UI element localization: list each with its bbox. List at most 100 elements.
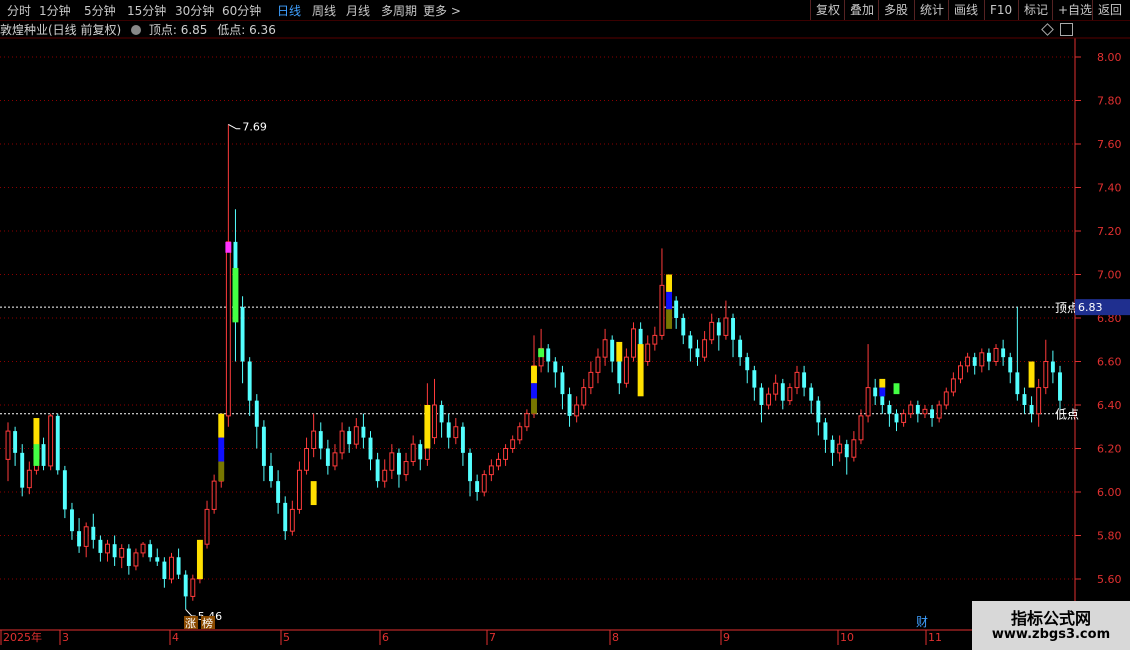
top-point-label: 顶点: 6.85 (148, 23, 208, 37)
candle-body (617, 361, 622, 384)
candle-body (496, 458, 501, 467)
signal-bar (218, 413, 225, 438)
candle-body (176, 557, 181, 575)
candle-body (261, 426, 266, 466)
info-bar: 敦煌种业(日线 前复权) 顶点: 6.85 低点: 6.36 (0, 21, 282, 37)
candle-body (318, 431, 323, 449)
toolbar-button-0[interactable]: 复权 (810, 0, 845, 20)
candle-body (695, 348, 700, 358)
period-5[interactable]: 60分钟 (222, 2, 261, 19)
y-tick-label: 5.80 (1097, 530, 1122, 543)
y-tick-label: 7.00 (1097, 269, 1122, 282)
candle-body (581, 387, 587, 406)
candle-body (105, 543, 110, 554)
settings-circle-icon[interactable] (131, 25, 142, 35)
y-tick-label: 6.00 (1097, 486, 1122, 499)
candle-body (289, 508, 295, 532)
candle-body (1050, 361, 1055, 373)
candle-body (610, 339, 615, 362)
candle-body (809, 387, 814, 401)
stock-title[interactable]: 敦煌种业(日线 前复权) (0, 23, 121, 37)
candle-body (276, 481, 281, 503)
candle-body (503, 448, 509, 460)
candle-body (481, 474, 487, 493)
signal-bar (531, 398, 537, 414)
period-7[interactable]: 周线 (312, 2, 336, 19)
toolbar-button-8[interactable]: 返回 (1092, 0, 1127, 20)
toolbar-button-5[interactable]: F10 (984, 0, 1017, 20)
candle-body (112, 544, 117, 558)
candle-body (958, 365, 963, 380)
toolbar-button-2[interactable]: 多股 (878, 0, 913, 20)
period-3[interactable]: 15分钟 (127, 2, 166, 19)
signal-bar (196, 539, 203, 579)
candle-body (1029, 405, 1034, 414)
candle-body (48, 415, 54, 467)
candle-body (283, 502, 288, 532)
candle-body (347, 431, 352, 445)
candle-body (247, 361, 252, 401)
watermark: 指标公式网 www.zbgs3.com (972, 601, 1130, 650)
candle-body (254, 400, 259, 427)
candle-body (418, 444, 423, 460)
toolbar-button-7[interactable]: +自选 (1052, 0, 1097, 20)
candle-body (375, 459, 380, 482)
toolbar-button-4[interactable]: 画线 (948, 0, 983, 20)
price-tag-text: 6.83 (1078, 301, 1103, 314)
period-10[interactable]: 更多 > (423, 2, 461, 19)
candle-body (148, 544, 153, 558)
signal-bar (666, 291, 673, 310)
candle-body (873, 387, 878, 397)
candle-body (70, 509, 74, 532)
candle-body (1008, 357, 1013, 373)
candlestick-chart[interactable]: 8.007.807.607.407.207.006.806.606.406.20… (0, 0, 1130, 650)
x-tick-label: 4 (172, 631, 179, 644)
period-9[interactable]: 多周期 (381, 2, 417, 19)
candle-body (986, 352, 991, 362)
period-4[interactable]: 30分钟 (175, 2, 214, 19)
signal-bar (531, 383, 537, 399)
candle-body (738, 339, 743, 358)
period-8[interactable]: 月线 (346, 2, 370, 19)
y-tick-label: 7.20 (1097, 225, 1122, 238)
candle-body (631, 328, 636, 358)
candle-body (752, 370, 757, 388)
period-0[interactable]: 分时 (7, 2, 31, 19)
candle-body (204, 508, 210, 545)
signal-bar (424, 405, 431, 449)
candle-body (723, 317, 729, 336)
period-6[interactable]: 日线 (277, 2, 301, 19)
signal-bar (893, 383, 900, 395)
candle-body (1022, 394, 1027, 405)
candle-body (468, 452, 472, 482)
candle-body (126, 548, 131, 566)
candle-body (844, 444, 849, 458)
toolbar-button-1[interactable]: 叠加 (844, 0, 879, 20)
candle-body (304, 448, 309, 471)
y-tick-label: 6.20 (1097, 443, 1122, 456)
signal-bar (637, 344, 644, 397)
signal-bar (616, 341, 623, 362)
candle-body (816, 400, 821, 423)
period-1[interactable]: 1分钟 (39, 2, 71, 19)
toolbar-button-3[interactable]: 统计 (914, 0, 949, 20)
candle-body (155, 557, 160, 562)
candle-body (894, 413, 899, 423)
candle-body (901, 413, 907, 423)
period-2[interactable]: 5分钟 (84, 2, 116, 19)
x-tick-label: 3 (62, 631, 69, 644)
toolbar-button-6[interactable]: 标记 (1018, 0, 1053, 20)
candle-body (517, 426, 523, 441)
signal-bar (33, 444, 40, 466)
low-line-label: 低点 (1055, 408, 1079, 422)
candle-body (211, 480, 217, 510)
signal-bar (225, 241, 232, 253)
candle-body (830, 439, 835, 453)
signal-bar (218, 437, 225, 462)
candle-body (922, 408, 928, 415)
candle-body (802, 372, 807, 388)
candle-body (709, 321, 715, 341)
candle-body (488, 465, 494, 476)
candle-body (553, 361, 558, 373)
panel-toggle-icon[interactable] (1060, 23, 1073, 36)
